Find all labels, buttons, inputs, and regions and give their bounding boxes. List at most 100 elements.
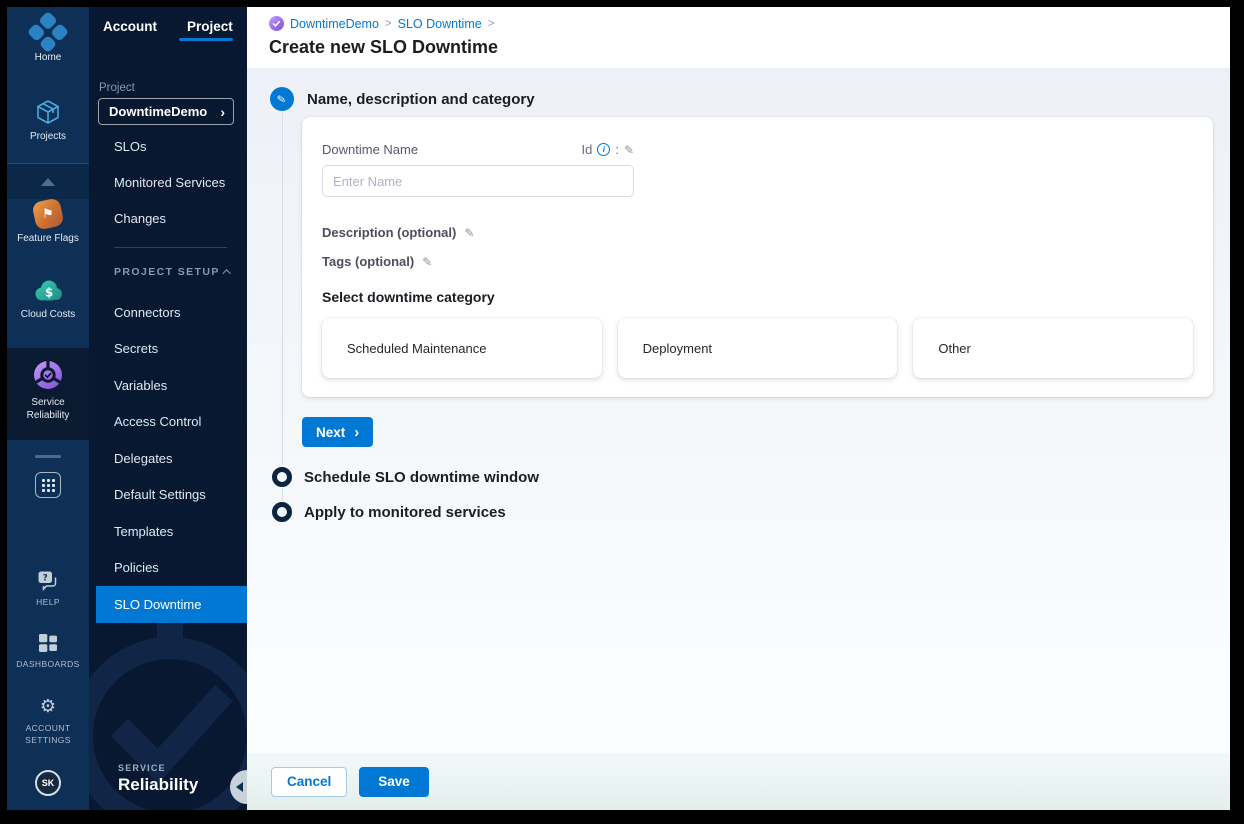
project-field-label: Project bbox=[99, 82, 135, 94]
page-header: DowntimeDemo > SLO Downtime > Create new… bbox=[247, 7, 1230, 68]
rail-item-label: Home bbox=[34, 52, 62, 63]
module-picker-icon bbox=[41, 478, 55, 492]
category-card-deployment[interactable]: Deployment bbox=[617, 318, 898, 378]
step-connector-line bbox=[282, 488, 283, 501]
sidebar-item-delegates[interactable]: Delegates bbox=[89, 440, 247, 477]
category-cards: Scheduled Maintenance Deployment Other bbox=[322, 318, 1194, 378]
tab-project[interactable]: Project bbox=[187, 19, 233, 34]
app-window: Home Projects ⚑ Feature Flags $ Cloud Co… bbox=[7, 7, 1230, 810]
step-2-circle[interactable] bbox=[272, 467, 292, 487]
rail-item-account-settings[interactable]: ⚙ ACCOUNT SETTINGS bbox=[7, 697, 89, 747]
sidebar-item-templates[interactable]: Templates bbox=[89, 513, 247, 550]
help-icon: ? bbox=[38, 571, 57, 591]
breadcrumb-slo-downtime-link[interactable]: SLO Downtime bbox=[398, 17, 482, 31]
sidebar-item-slo-downtime[interactable]: SLO Downtime bbox=[96, 586, 247, 623]
rail-item-dashboards[interactable]: DASHBOARDS bbox=[7, 633, 89, 670]
page-title: Create new SLO Downtime bbox=[269, 37, 499, 57]
breadcrumb-project-link[interactable]: DowntimeDemo bbox=[290, 17, 379, 31]
sidebar-item-changes[interactable]: Changes bbox=[89, 200, 247, 236]
sidebar-item-variables[interactable]: Variables bbox=[89, 367, 247, 404]
tab-active-underline bbox=[179, 38, 233, 41]
sidebar-item-access-control[interactable]: Access Control bbox=[89, 404, 247, 441]
project-setup-header[interactable]: PROJECT SETUP bbox=[114, 266, 231, 278]
rail-item-help[interactable]: ? HELP bbox=[7, 570, 89, 608]
step-1-label: Name, description and category bbox=[307, 90, 535, 108]
sidebar-item-monitored-services[interactable]: Monitored Services bbox=[89, 164, 247, 200]
module-picker-button[interactable] bbox=[35, 472, 61, 498]
name-label-row: Downtime Name Id i : ✎ bbox=[322, 142, 634, 157]
module-name: Reliability bbox=[118, 775, 199, 794]
collapse-sidebar-icon bbox=[236, 782, 243, 792]
step-3-label: Apply to monitored services bbox=[304, 503, 506, 521]
main-panel: DowntimeDemo > SLO Downtime > Create new… bbox=[247, 7, 1230, 810]
wizard-step-2: Schedule SLO downtime window bbox=[272, 467, 539, 487]
cloud-costs-icon: $ bbox=[35, 280, 62, 301]
scroll-up-icon bbox=[41, 177, 55, 186]
rail-item-projects[interactable]: Projects bbox=[7, 98, 89, 142]
edit-id-pencil-icon[interactable]: ✎ bbox=[624, 143, 634, 157]
next-button[interactable]: Next › bbox=[302, 417, 374, 447]
sidebar-item-slos[interactable]: SLOs bbox=[89, 128, 247, 164]
rail-item-label: Feature Flags bbox=[17, 233, 79, 244]
step-connector-line bbox=[282, 113, 283, 465]
save-button[interactable]: Save bbox=[359, 766, 429, 797]
rail-section-handle[interactable] bbox=[35, 455, 61, 458]
rail-item-label: Projects bbox=[29, 131, 67, 142]
id-edit-group: Id i : ✎ bbox=[581, 142, 634, 157]
step-2-label: Schedule SLO downtime window bbox=[304, 468, 540, 486]
feature-flags-icon: ⚑ bbox=[31, 197, 65, 231]
step-1-edit-circle[interactable]: ✎ bbox=[270, 87, 294, 111]
project-selector[interactable]: DowntimeDemo › bbox=[98, 98, 234, 125]
project-setup-label: PROJECT SETUP bbox=[114, 266, 220, 278]
rail-item-label: HELP bbox=[36, 597, 60, 607]
step-3-circle[interactable] bbox=[272, 502, 292, 522]
rail-item-profile[interactable]: SK bbox=[7, 770, 89, 796]
module-tag: SERVICE Reliability bbox=[118, 763, 198, 795]
tags-row[interactable]: Tags (optional) ✎ bbox=[322, 254, 1193, 269]
info-icon[interactable]: i bbox=[597, 143, 611, 156]
rail-item-label: Cloud Costs bbox=[20, 309, 76, 320]
wizard-step-3: Apply to monitored services bbox=[272, 502, 506, 522]
harness-logo-icon bbox=[26, 10, 70, 54]
category-section-label: Select downtime category bbox=[322, 289, 495, 305]
module-rail: Home Projects ⚑ Feature Flags $ Cloud Co… bbox=[7, 7, 89, 810]
wizard-body: ✎ Name, description and category Downtim… bbox=[247, 68, 1230, 753]
rail-item-label: ACCOUNT SETTINGS bbox=[25, 723, 71, 746]
edit-tags-pencil-icon[interactable]: ✎ bbox=[422, 255, 432, 269]
description-row[interactable]: Description (optional) ✎ bbox=[322, 225, 1193, 240]
service-reliability-mini-icon bbox=[269, 16, 284, 31]
chevron-right-icon: > bbox=[487, 17, 495, 30]
category-card-scheduled-maintenance[interactable]: Scheduled Maintenance bbox=[322, 318, 602, 378]
cancel-button[interactable]: Cancel bbox=[271, 766, 348, 797]
id-colon: : bbox=[615, 142, 619, 157]
rail-item-feature-flags[interactable]: ⚑ Feature Flags bbox=[7, 197, 89, 244]
projects-cube-icon bbox=[37, 100, 59, 124]
rail-item-cloud-costs[interactable]: $ Cloud Costs bbox=[7, 278, 89, 320]
rail-item-service-reliability[interactable]: Service Reliability bbox=[7, 359, 89, 422]
sidebar-item-default-settings[interactable]: Default Settings bbox=[89, 477, 247, 514]
downtime-name-label: Downtime Name bbox=[322, 142, 419, 157]
tags-label: Tags (optional) bbox=[322, 254, 415, 269]
sidebar-nav-top: SLOs Monitored Services Changes bbox=[89, 128, 247, 236]
description-label: Description (optional) bbox=[322, 225, 457, 240]
downtime-name-input[interactable] bbox=[322, 165, 634, 197]
id-label: Id bbox=[581, 142, 593, 157]
sidebar-item-connectors[interactable]: Connectors bbox=[89, 294, 247, 331]
pencil-icon: ✎ bbox=[276, 91, 288, 107]
chevron-right-icon: › bbox=[354, 423, 360, 441]
chevron-up-icon bbox=[222, 269, 231, 278]
avatar[interactable]: SK bbox=[35, 770, 61, 796]
svg-text:?: ? bbox=[43, 573, 48, 583]
tab-account[interactable]: Account bbox=[103, 19, 157, 34]
chevron-right-icon: › bbox=[220, 103, 225, 120]
sidebar-item-policies[interactable]: Policies bbox=[89, 550, 247, 587]
project-selector-value: DowntimeDemo bbox=[109, 104, 208, 119]
rail-scroll-up[interactable] bbox=[7, 164, 89, 199]
breadcrumb: DowntimeDemo > SLO Downtime > bbox=[269, 16, 1230, 31]
category-card-other[interactable]: Other bbox=[913, 318, 1194, 378]
module-kicker: SERVICE bbox=[118, 763, 166, 773]
sidebar-item-secrets[interactable]: Secrets bbox=[89, 331, 247, 368]
edit-description-pencil-icon[interactable]: ✎ bbox=[464, 226, 474, 240]
action-footer: Cancel Save bbox=[247, 753, 1230, 810]
rail-item-home[interactable]: Home bbox=[7, 10, 89, 63]
